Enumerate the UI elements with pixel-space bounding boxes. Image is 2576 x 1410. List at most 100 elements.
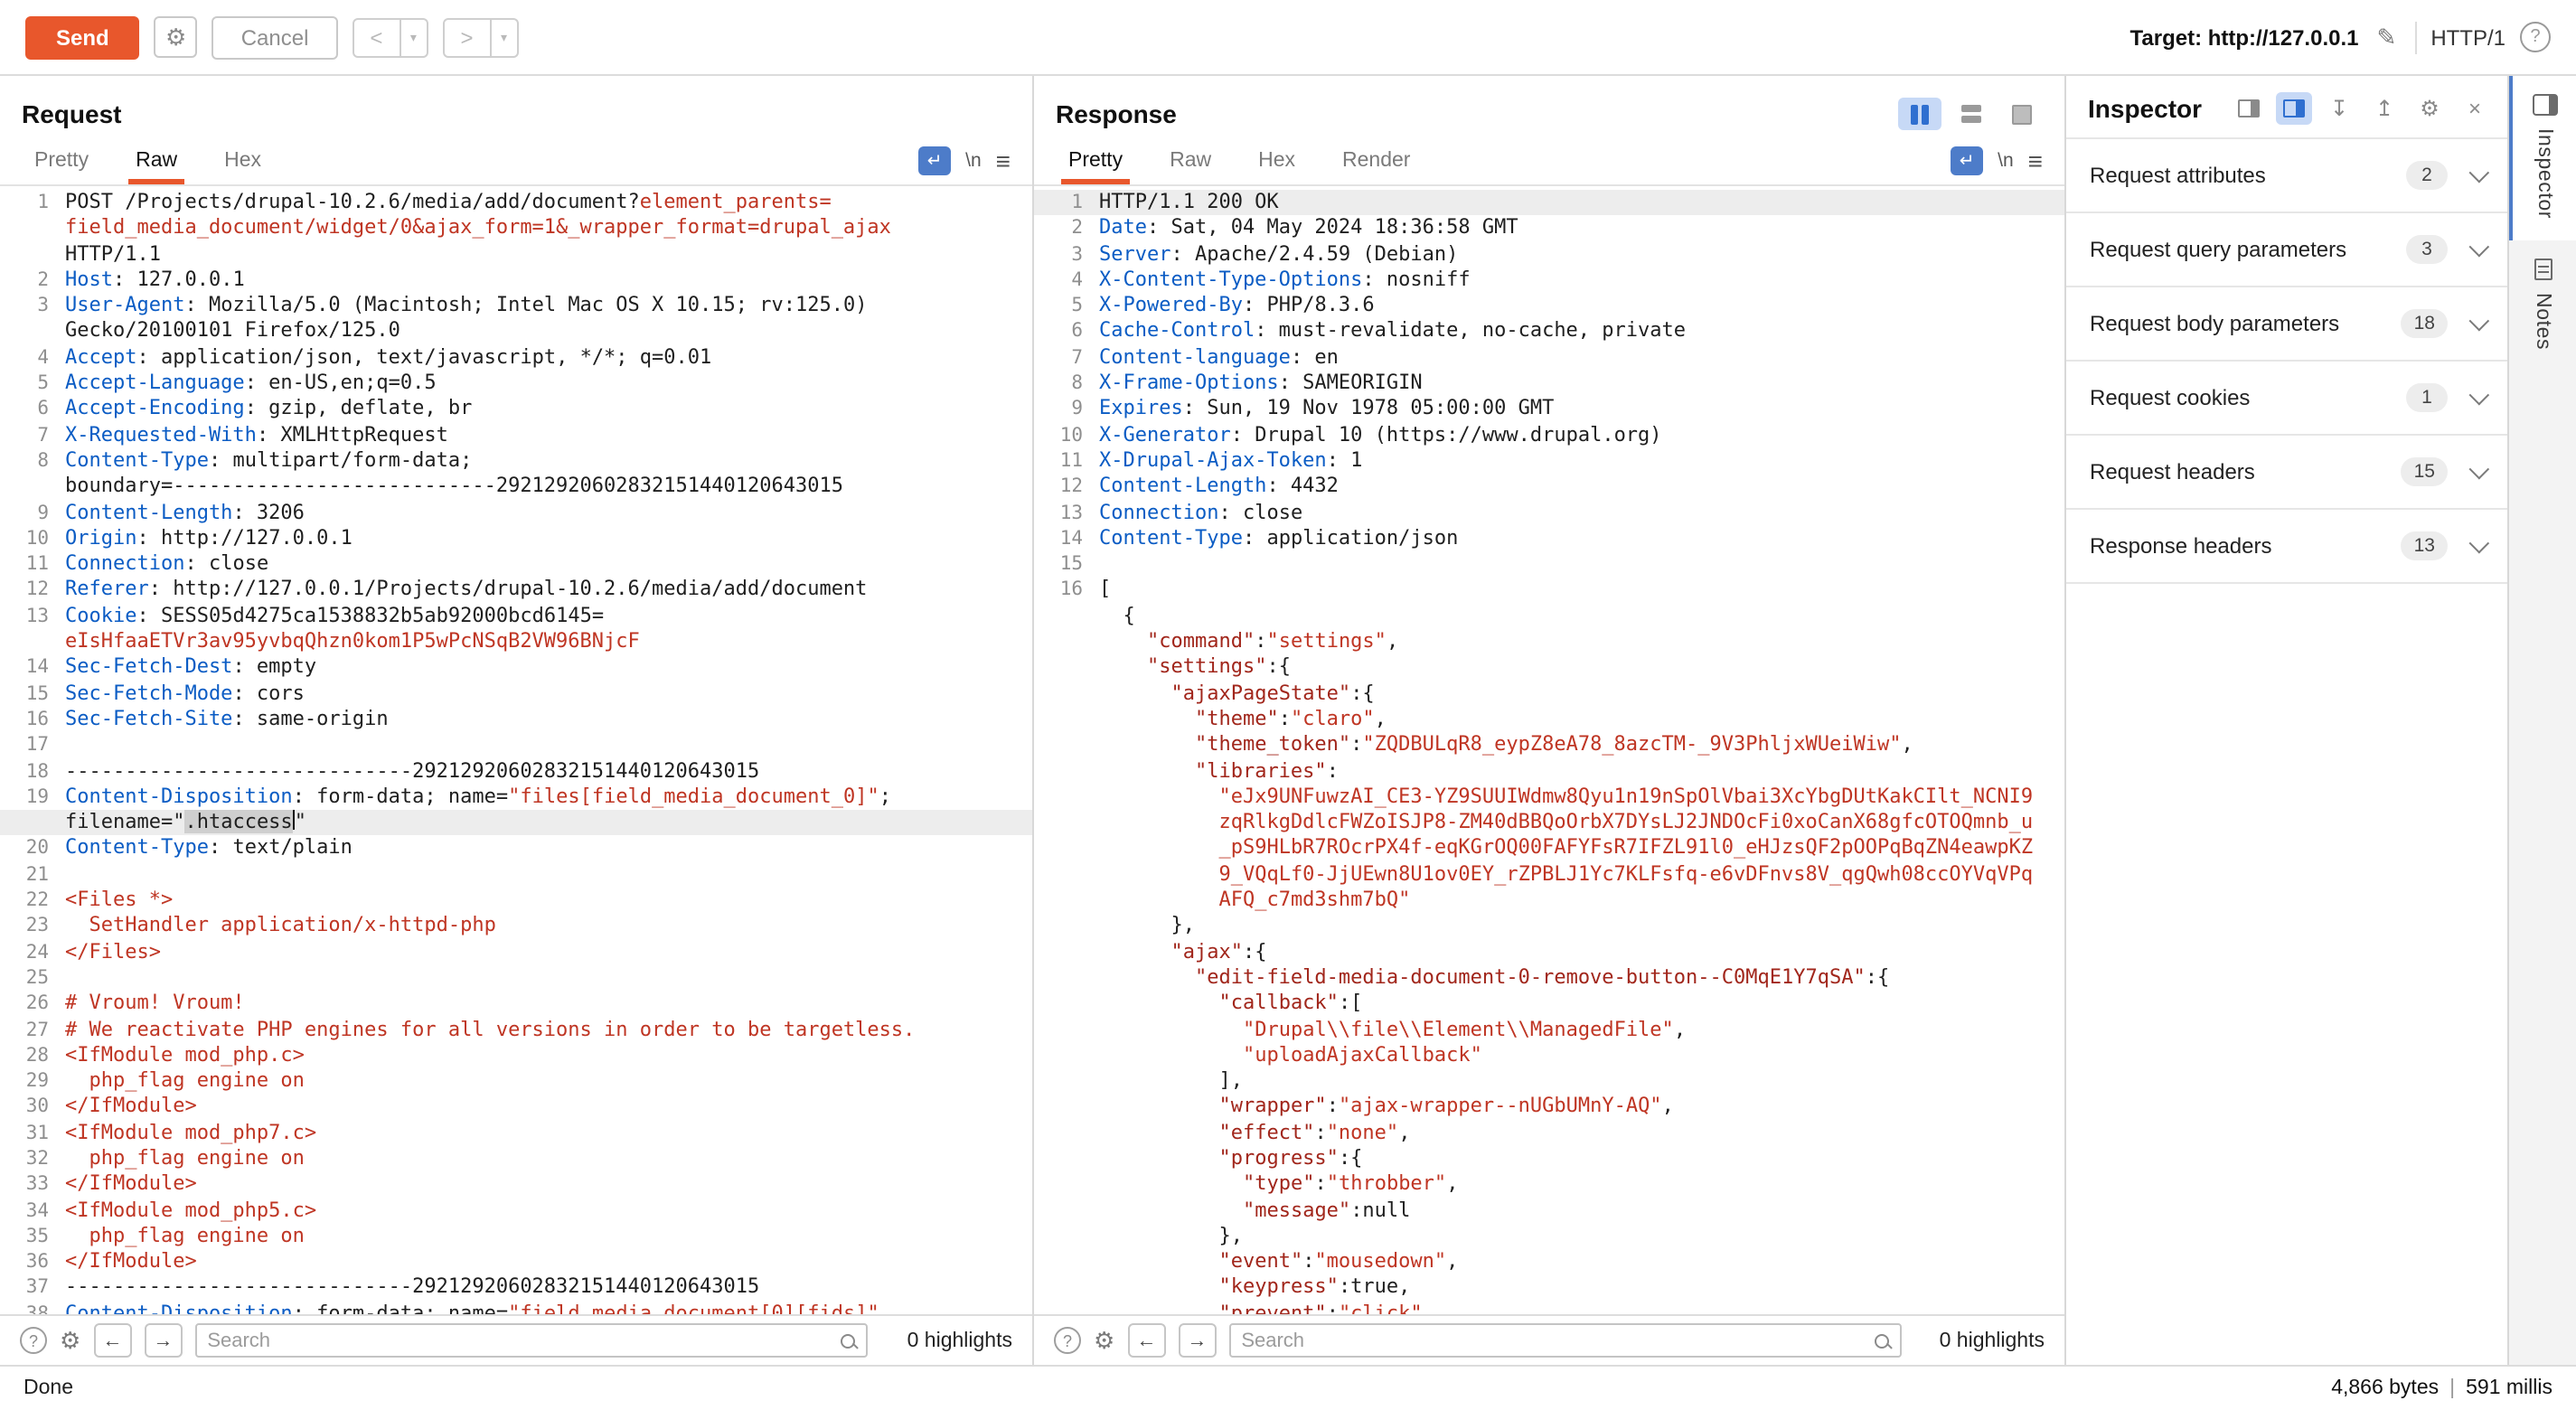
code-line[interactable]: "ajax":{ xyxy=(1034,939,2064,965)
editor-menu-icon[interactable]: ≡ xyxy=(996,148,1011,174)
code-line[interactable]: 10X-Generator: Drupal 10 (https://www.dr… xyxy=(1034,422,2064,448)
code-line[interactable]: 24</Files> xyxy=(0,939,1032,965)
code-line[interactable]: 12Referer: http://127.0.0.1/Projects/dru… xyxy=(0,578,1032,604)
code-line[interactable]: HTTP/1.1 xyxy=(0,241,1032,268)
code-line[interactable]: 33</IfModule> xyxy=(0,1172,1032,1198)
code-line[interactable]: "callback":[ xyxy=(1034,991,2064,1017)
code-line[interactable]: 34<IfModule mod_php5.c> xyxy=(0,1198,1032,1224)
code-line[interactable]: 3User-Agent: Mozilla/5.0 (Macintosh; Int… xyxy=(0,293,1032,319)
request-search-input[interactable] xyxy=(207,1330,840,1351)
section-request-headers[interactable]: Request headers 15 xyxy=(2066,436,2507,510)
search-next-button[interactable]: → xyxy=(144,1323,182,1358)
section-request-attributes[interactable]: Request attributes 2 xyxy=(2066,139,2507,213)
code-line[interactable]: 8Content-Type: multipart/form-data; xyxy=(0,448,1032,475)
code-line[interactable]: "edit-field-media-document-0-remove-butt… xyxy=(1034,965,2064,992)
code-line[interactable]: 15 xyxy=(1034,551,2064,578)
request-tab-pretty[interactable]: Pretty xyxy=(11,137,112,184)
code-line[interactable]: 30</IfModule> xyxy=(0,1095,1032,1121)
code-line[interactable]: 13Connection: close xyxy=(1034,500,2064,526)
code-line[interactable]: 23 SetHandler application/x-httpd-php xyxy=(0,914,1032,940)
code-line[interactable]: "event":"mousedown", xyxy=(1034,1249,2064,1275)
code-line[interactable]: filename=".htaccess" xyxy=(0,810,1032,836)
request-tab-raw[interactable]: Raw xyxy=(112,137,201,184)
search-help-icon[interactable]: ? xyxy=(1054,1327,1081,1354)
code-line[interactable]: "theme_token":"ZQDBULqR8_eypZ8eA78_8azcT… xyxy=(1034,732,2064,758)
inspector-settings-button[interactable]: ⚙ xyxy=(2411,92,2448,125)
response-search-input[interactable] xyxy=(1241,1330,1874,1351)
collapse-all-button[interactable]: ↥ xyxy=(2366,92,2402,125)
code-line[interactable]: zqRlkgDdlcFWZoISJP8-ZM40dBBQoOrbX7DYsLJ2… xyxy=(1034,810,2064,836)
inspector-dock-right-button[interactable] xyxy=(2276,92,2312,125)
send-button[interactable]: Send xyxy=(25,15,140,59)
code-line[interactable]: 4Accept: application/json, text/javascri… xyxy=(0,345,1032,371)
code-line[interactable]: 18-----------------------------292129206… xyxy=(0,758,1032,785)
show-newlines-toggle[interactable]: \n xyxy=(965,150,982,172)
code-line[interactable]: 13Cookie: SESS05d4275ca1538832b5ab92000b… xyxy=(0,604,1032,630)
code-line[interactable]: 16[ xyxy=(1034,578,2064,604)
code-line[interactable]: "eJx9UNFuwzAI_CE3-YZ9SUUIWdmw8Qyu1n19nSp… xyxy=(1034,785,2064,811)
response-editor[interactable]: 1HTTP/1.1 200 OK2Date: Sat, 04 May 2024 … xyxy=(1034,186,2064,1314)
code-line[interactable]: "theme":"claro", xyxy=(1034,707,2064,733)
code-line[interactable]: _pS9HLbR7ROcrPX4f-eqKGrOQ00FAFYFsR7IFZL9… xyxy=(1034,836,2064,862)
code-line[interactable]: 5Accept-Language: en-US,en;q=0.5 xyxy=(0,371,1032,397)
code-line[interactable]: "ajaxPageState":{ xyxy=(1034,681,2064,707)
code-line[interactable]: 19Content-Disposition: form-data; name="… xyxy=(0,785,1032,811)
code-line[interactable]: 9Expires: Sun, 19 Nov 1978 05:00:00 GMT xyxy=(1034,397,2064,423)
help-icon[interactable]: ? xyxy=(2520,22,2551,52)
code-line[interactable]: 29 php_flag engine on xyxy=(0,1068,1032,1095)
code-line[interactable]: 28<IfModule mod_php.c> xyxy=(0,1043,1032,1069)
editor-menu-icon[interactable]: ≡ xyxy=(2028,148,2043,174)
expand-all-button[interactable]: ↧ xyxy=(2321,92,2357,125)
code-line[interactable]: 6Cache-Control: must-revalidate, no-cach… xyxy=(1034,319,2064,345)
sidebar-tab-inspector[interactable]: Inspector xyxy=(2509,76,2576,240)
layout-columns-button[interactable] xyxy=(1898,98,1941,130)
code-line[interactable]: "progress":{ xyxy=(1034,1146,2064,1172)
code-line[interactable]: 22<Files *> xyxy=(0,888,1032,914)
cancel-button[interactable]: Cancel xyxy=(212,15,338,59)
code-line[interactable]: 7X-Requested-With: XMLHttpRequest xyxy=(0,422,1032,448)
code-line[interactable]: 16Sec-Fetch-Site: same-origin xyxy=(0,707,1032,733)
code-line[interactable]: ], xyxy=(1034,1068,2064,1095)
code-line[interactable]: 37-----------------------------292129206… xyxy=(0,1275,1032,1302)
inspector-close-button[interactable]: × xyxy=(2457,92,2493,125)
layout-rows-button[interactable] xyxy=(1949,98,1992,130)
soft-wrap-toggle[interactable]: ↵ xyxy=(1951,146,1983,175)
code-line[interactable]: 11X-Drupal-Ajax-Token: 1 xyxy=(1034,448,2064,475)
code-line[interactable]: boundary=---------------------------2921… xyxy=(0,475,1032,501)
code-line[interactable]: 17 xyxy=(0,732,1032,758)
code-line[interactable]: "uploadAjaxCallback" xyxy=(1034,1043,2064,1069)
code-line[interactable]: 1POST /Projects/drupal-10.2.6/media/add/… xyxy=(0,190,1032,216)
code-line[interactable]: 26# Vroum! Vroum! xyxy=(0,991,1032,1017)
section-request-cookies[interactable]: Request cookies 1 xyxy=(2066,362,2507,436)
code-line[interactable]: 12Content-Length: 4432 xyxy=(1034,475,2064,501)
code-line[interactable]: "prevent":"click", xyxy=(1034,1302,2064,1314)
code-line[interactable]: "effect":"none", xyxy=(1034,1120,2064,1146)
history-forward-dropdown[interactable]: ▾ xyxy=(491,17,518,57)
inspector-dock-left-button[interactable] xyxy=(2231,92,2267,125)
code-line[interactable]: }, xyxy=(1034,1224,2064,1250)
code-line[interactable]: 2Host: 127.0.0.1 xyxy=(0,268,1032,294)
edit-target-button[interactable]: ✎ xyxy=(2374,23,2401,52)
http-version-selector[interactable]: HTTP/1 xyxy=(2430,24,2505,50)
section-request-body-parameters[interactable]: Request body parameters 18 xyxy=(2066,287,2507,362)
code-line[interactable]: "type":"throbber", xyxy=(1034,1172,2064,1198)
code-line[interactable]: 27# We reactivate PHP engines for all ve… xyxy=(0,1017,1032,1043)
code-line[interactable]: 15Sec-Fetch-Mode: cors xyxy=(0,681,1032,707)
history-back-button[interactable]: < xyxy=(352,17,400,57)
code-line[interactable]: 6Accept-Encoding: gzip, deflate, br xyxy=(0,397,1032,423)
code-line[interactable]: "message":null xyxy=(1034,1198,2064,1224)
response-tab-pretty[interactable]: Pretty xyxy=(1045,137,1146,184)
code-line[interactable]: 38Content-Disposition: form-data; name="… xyxy=(0,1302,1032,1314)
search-help-icon[interactable]: ? xyxy=(20,1327,47,1354)
code-line[interactable]: 36</IfModule> xyxy=(0,1249,1032,1275)
code-line[interactable]: 3Server: Apache/2.4.59 (Debian) xyxy=(1034,241,2064,268)
code-line[interactable]: 11Connection: close xyxy=(0,551,1032,578)
code-line[interactable]: AFQ_c7md3shm7bQ" xyxy=(1034,888,2064,914)
code-line[interactable]: 5X-Powered-By: PHP/8.3.6 xyxy=(1034,293,2064,319)
code-line[interactable]: "Drupal\\file\\Element\\ManagedFile", xyxy=(1034,1017,2064,1043)
send-options-button[interactable]: ⚙ xyxy=(155,16,198,58)
code-line[interactable]: field_media_document/widget/0&ajax_form=… xyxy=(0,216,1032,242)
code-line[interactable]: 21 xyxy=(0,861,1032,888)
code-line[interactable]: 7Content-language: en xyxy=(1034,345,2064,371)
search-next-button[interactable]: → xyxy=(1178,1323,1216,1358)
